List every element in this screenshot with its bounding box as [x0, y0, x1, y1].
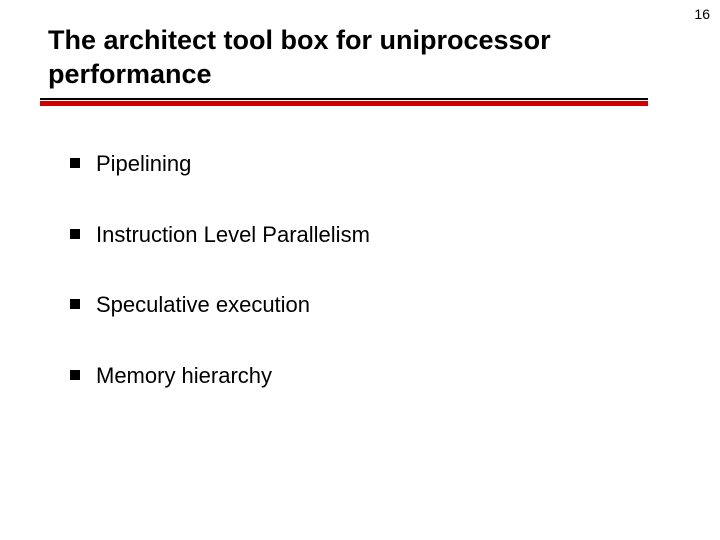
title-block: The architect tool box for uniprocessor …: [48, 24, 608, 92]
square-bullet-icon: [70, 158, 80, 168]
slide-title: The architect tool box for uniprocessor …: [48, 24, 608, 92]
slide: 16 The architect tool box for uniprocess…: [0, 0, 720, 540]
body: Pipelining Instruction Level Parallelism…: [70, 150, 630, 432]
title-underline: [40, 98, 648, 100]
bullet-text: Instruction Level Parallelism: [96, 221, 370, 250]
bullet-text: Speculative execution: [96, 291, 310, 320]
list-item: Instruction Level Parallelism: [70, 221, 630, 250]
list-item: Pipelining: [70, 150, 630, 179]
square-bullet-icon: [70, 229, 80, 239]
list-item: Speculative execution: [70, 291, 630, 320]
bullet-text: Memory hierarchy: [96, 362, 272, 391]
title-red-rule: [40, 101, 648, 106]
bullet-text: Pipelining: [96, 150, 191, 179]
page-number: 16: [694, 6, 710, 22]
square-bullet-icon: [70, 299, 80, 309]
square-bullet-icon: [70, 370, 80, 380]
list-item: Memory hierarchy: [70, 362, 630, 391]
